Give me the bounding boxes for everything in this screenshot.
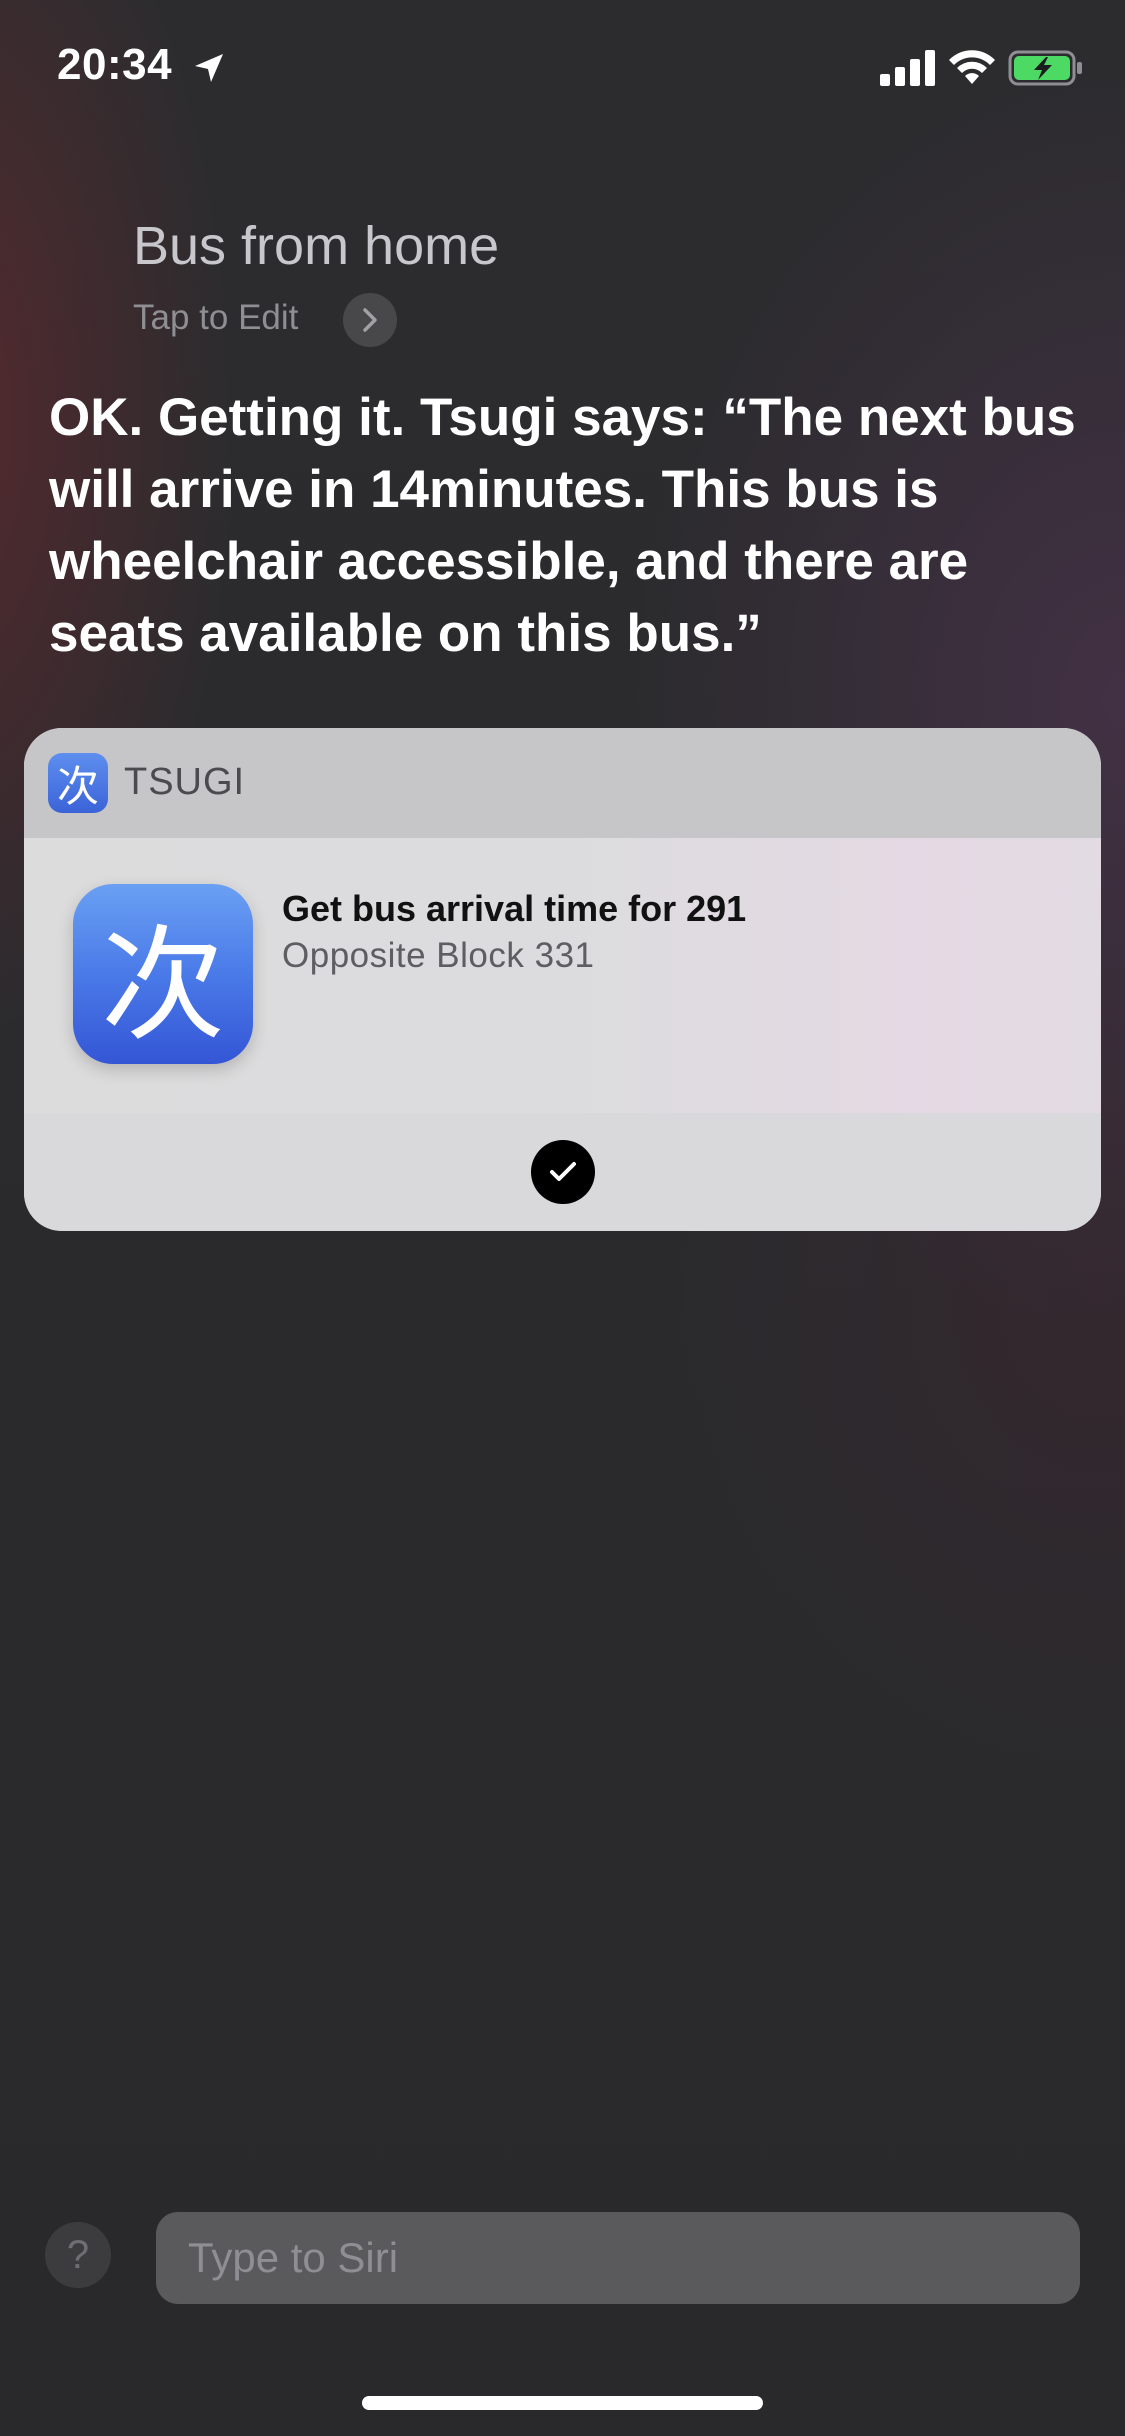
siri-response-text: OK. Getting it. Tsugi says: “The next bu… <box>49 388 1076 663</box>
card-footer <box>24 1113 1101 1231</box>
cellular-signal-icon <box>880 50 935 86</box>
chevron-right-icon <box>363 308 377 332</box>
shortcut-row[interactable]: 次 Get bus arrival time for 291 Opposite … <box>24 838 1101 1113</box>
siri-query-text: Bus from home <box>133 216 500 276</box>
tsugi-app-icon: 次 <box>48 753 108 813</box>
tsugi-large-app-icon: 次 <box>73 884 253 1064</box>
checkmark-icon <box>531 1140 595 1204</box>
wifi-icon <box>949 50 995 84</box>
status-time: 20:34 <box>57 40 173 89</box>
shortcut-subtitle: Opposite Block 331 <box>282 936 595 975</box>
type-to-siri-input[interactable] <box>156 2212 1080 2304</box>
location-arrow-icon <box>195 54 223 82</box>
battery-charging-icon <box>1008 50 1082 86</box>
tap-to-edit-label[interactable]: Tap to Edit <box>133 298 298 338</box>
shortcut-title: Get bus arrival time for 291 <box>282 888 747 929</box>
edit-query-button[interactable] <box>343 293 397 347</box>
shortcut-card: 次 TSUGI 次 Get bus arrival time for 291 O… <box>24 728 1101 1231</box>
home-indicator[interactable] <box>362 2396 763 2410</box>
siri-screen: 20:34 Bus from home Tap to Edit OK. Gett… <box>0 0 1125 2436</box>
help-button[interactable]: ? <box>45 2222 111 2288</box>
card-header: 次 TSUGI <box>24 728 1101 838</box>
app-name: TSUGI <box>124 761 246 803</box>
